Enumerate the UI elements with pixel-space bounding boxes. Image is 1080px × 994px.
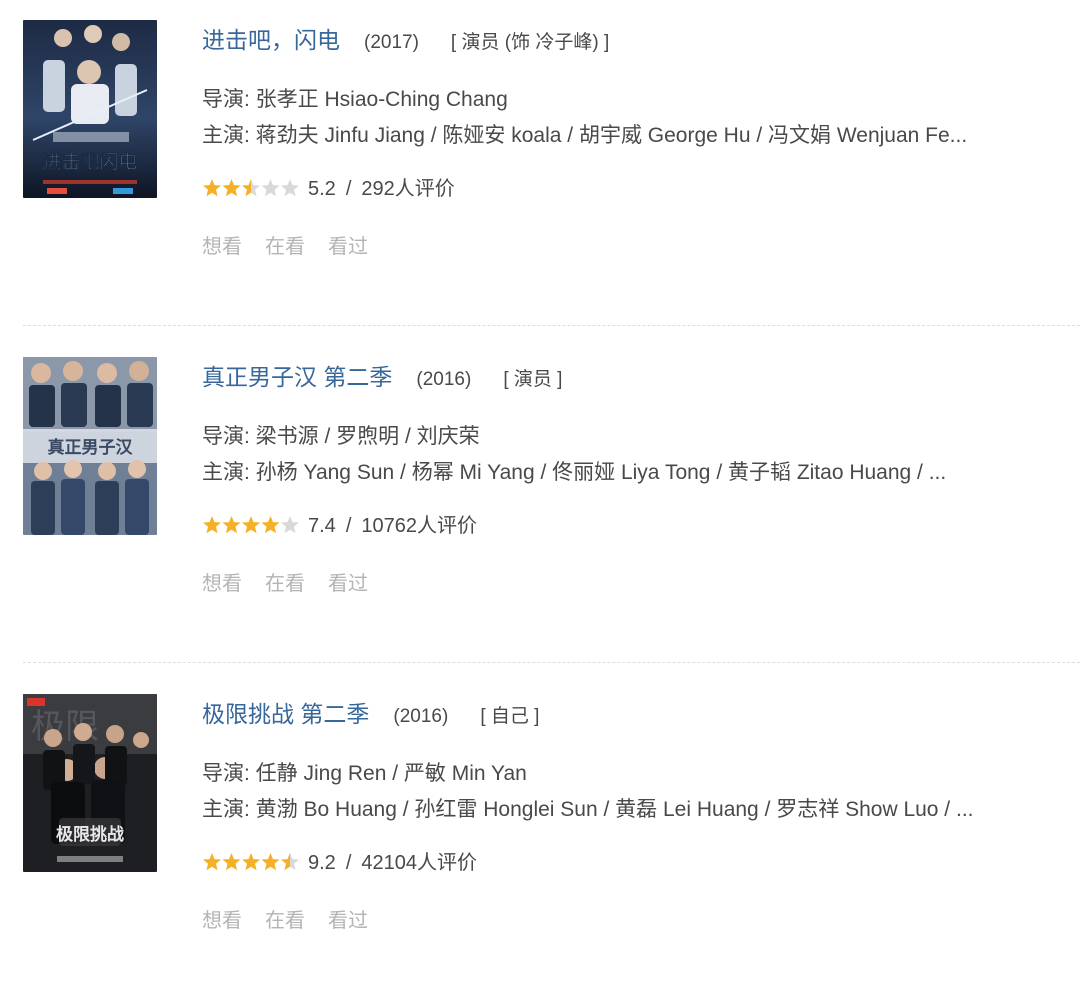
star-rating	[202, 515, 300, 535]
rating-row: 9.2 / 42104人评价	[202, 846, 1072, 880]
rating-separator: /	[345, 178, 352, 200]
stars-graphic	[202, 515, 300, 533]
poster-graphic: 真正男子汉	[23, 357, 157, 535]
item-info: 极限挑战 第二季 (2016) [ 自己 ] 导演: 任静 Jing Ren / 严…	[202, 694, 1072, 938]
title-row: 进击吧，闪电 (2017) [ 演员 (饰 冷子峰) ]	[202, 20, 1072, 60]
star-icon	[261, 178, 280, 196]
title-row: 极限挑战 第二季 (2016) [ 自己 ]	[202, 694, 1072, 734]
star-icon	[222, 852, 241, 870]
cast-line: 主演: 黄渤 Bo Huang / 孙红雷 Honglei Sun / 黄磊 L…	[202, 798, 974, 821]
rating-separator: /	[345, 852, 352, 874]
watched-button[interactable]: 看过	[328, 236, 368, 258]
watching-button[interactable]: 在看	[265, 573, 305, 595]
movie-title-link[interactable]: 进击吧，闪电	[202, 27, 340, 53]
list-item: 极限 极限挑战 极限挑战 第二季 (2016) [ 自己 ] 导演: 任静 Jin…	[0, 694, 1080, 994]
poster-graphic: 进击吧闪电	[23, 20, 157, 198]
star-icon	[280, 178, 300, 196]
divider	[23, 325, 1080, 326]
movie-year: (2017)	[364, 32, 419, 53]
watching-button[interactable]: 在看	[265, 236, 305, 258]
rating-score: 5.2	[308, 178, 336, 200]
watched-button[interactable]: 看过	[328, 910, 368, 932]
cast-line: 主演: 蒋劲夫 Jinfu Jiang / 陈娅安 koala / 胡宇威 Ge…	[202, 124, 968, 147]
star-icon	[280, 852, 300, 870]
want-to-watch-button[interactable]: 想看	[202, 236, 242, 258]
poster-title-art: 进击吧闪电	[42, 150, 137, 173]
rating-row: 7.4 / 10762人评价	[202, 509, 1072, 543]
star-icon	[241, 515, 261, 533]
item-info: 真正男子汉 第二季 (2016) [ 演员 ] 导演: 梁书源 / 罗煦明 / 刘庆…	[202, 357, 1072, 601]
list-item: 进击吧闪电 进击吧，闪电 (2017) [ 演员 (饰 冷子峰) ] 导演: 张孝正…	[0, 20, 1080, 320]
star-icon	[241, 178, 261, 196]
rating-separator: /	[345, 515, 352, 537]
poster-image[interactable]: 真正男子汉	[23, 357, 157, 535]
mark-actions: 想看 在看 看过	[202, 567, 1072, 601]
watching-button[interactable]: 在看	[265, 910, 305, 932]
poster-title-art: 真正男子汉	[48, 437, 134, 458]
list-item: 真正男子汉 真正男子汉 第二季 (2016) [ 演员 ] 导演: 梁书源 / 罗煦…	[0, 357, 1080, 657]
rating-score: 9.2	[308, 852, 336, 874]
movie-role: [ 演员 ]	[503, 369, 563, 390]
director-line: 导演: 梁书源 / 罗煦明 / 刘庆荣	[202, 425, 480, 448]
stars-graphic	[202, 852, 300, 870]
cast-line: 主演: 孙杨 Yang Sun / 杨幂 Mi Yang / 佟丽娅 Liya …	[202, 461, 947, 484]
stars-graphic	[202, 178, 300, 196]
star-icon	[222, 515, 241, 533]
rating-count: 292人评价	[361, 178, 455, 200]
star-icon	[261, 515, 280, 533]
divider	[23, 662, 1080, 663]
item-info: 进击吧，闪电 (2017) [ 演员 (饰 冷子峰) ] 导演: 张孝正 Hsiao…	[202, 20, 1072, 264]
poster-title-art: 极限挑战	[56, 824, 124, 845]
movie-role: [ 演员 (饰 冷子峰) ]	[450, 32, 610, 53]
rating-count: 42104人评价	[361, 852, 477, 874]
star-rating	[202, 178, 300, 198]
star-icon	[261, 852, 280, 870]
poster-image[interactable]: 进击吧闪电	[23, 20, 157, 198]
star-icon	[202, 178, 222, 196]
star-rating	[202, 852, 300, 872]
mark-actions: 想看 在看 看过	[202, 230, 1072, 264]
star-icon	[222, 178, 241, 196]
star-icon	[202, 515, 222, 533]
watched-button[interactable]: 看过	[328, 573, 368, 595]
rating-row: 5.2 / 292人评价	[202, 172, 1072, 206]
title-row: 真正男子汉 第二季 (2016) [ 演员 ]	[202, 357, 1072, 397]
director-line: 导演: 任静 Jing Ren / 严敏 Min Yan	[202, 762, 527, 785]
movie-year: (2016)	[393, 706, 449, 727]
movie-title-link[interactable]: 极限挑战 第二季	[202, 701, 369, 727]
star-icon	[202, 852, 222, 870]
movie-title-link[interactable]: 真正男子汉 第二季	[202, 364, 392, 390]
want-to-watch-button[interactable]: 想看	[202, 573, 242, 595]
star-icon	[241, 852, 261, 870]
rating-score: 7.4	[308, 515, 336, 537]
movie-year: (2016)	[416, 369, 472, 390]
mark-actions: 想看 在看 看过	[202, 904, 1072, 938]
movie-role: [ 自己 ]	[480, 706, 540, 727]
director-line: 导演: 张孝正 Hsiao-Ching Chang	[202, 88, 508, 111]
want-to-watch-button[interactable]: 想看	[202, 910, 242, 932]
poster-graphic: 极限 极限挑战	[23, 694, 157, 872]
poster-image[interactable]: 极限 极限挑战	[23, 694, 157, 872]
star-icon	[280, 515, 300, 533]
rating-count: 10762人评价	[361, 515, 477, 537]
